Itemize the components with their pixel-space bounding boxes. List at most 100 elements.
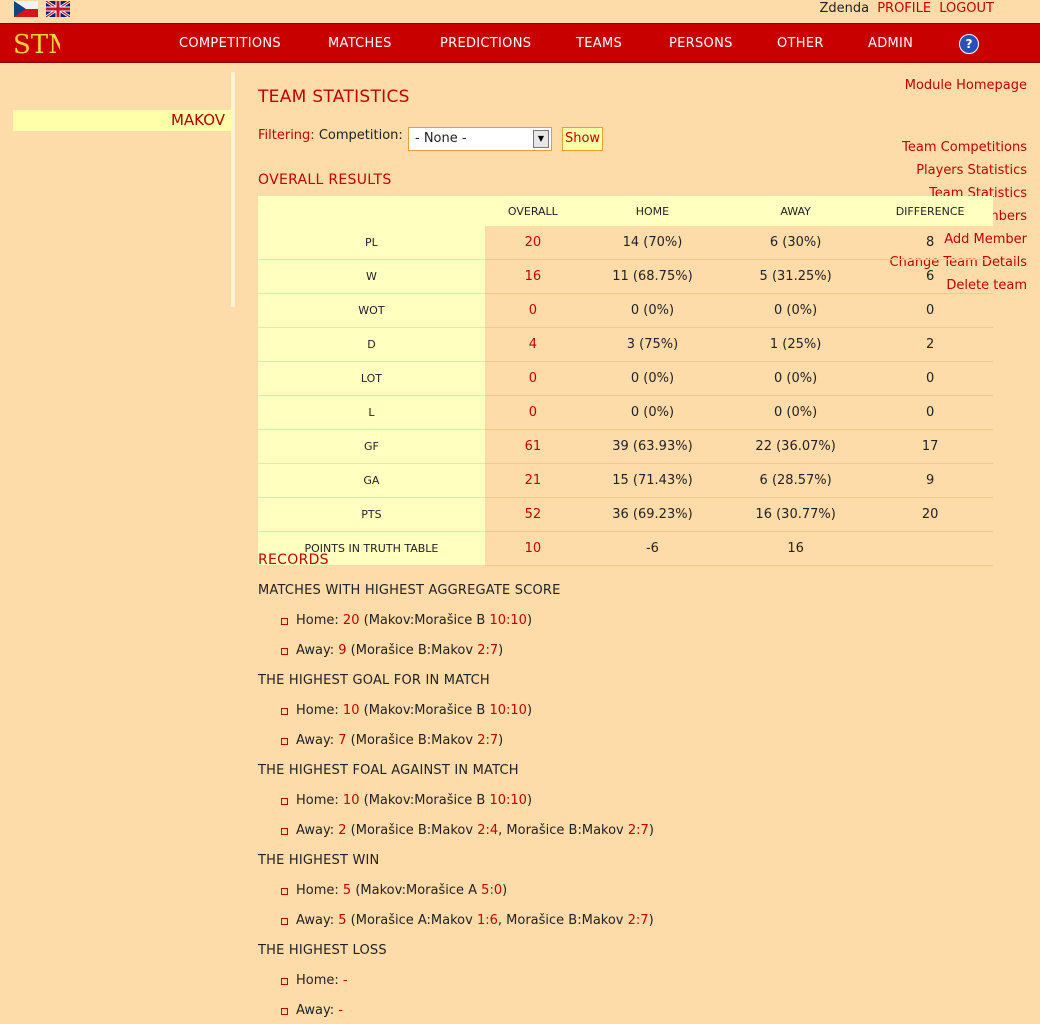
nav-other[interactable]: OTHER <box>777 36 824 51</box>
table-row: L00 (0%) 0 (0%) 0 <box>258 395 993 430</box>
home-cell: 39 (63.93%) <box>580 429 725 464</box>
stm-logo[interactable]: STM <box>12 27 75 60</box>
record-value: 9 <box>338 643 347 658</box>
czech-flag-icon[interactable] <box>14 1 38 17</box>
away-cell: 0 (0%) <box>724 361 868 396</box>
record-item-home: Home: 10 (Makov:Morašice B 10:10) <box>281 793 532 808</box>
home-cell: 14 (70%) <box>580 226 725 260</box>
chevron-down-icon[interactable]: ▼ <box>533 130 549 148</box>
bullet-icon <box>281 708 288 715</box>
overall-cell[interactable]: 4 <box>484 327 581 362</box>
record-match-score-link[interactable]: 10:10 <box>489 793 526 808</box>
bullet-icon <box>281 918 288 925</box>
record-match-score-link[interactable]: 5:0 <box>481 883 502 898</box>
logout-link[interactable]: LOGOUT <box>939 1 994 16</box>
table-row: GA 21 15 (71.43%) 6 (28.57%) 9 <box>258 463 993 498</box>
difference-cell: 8 <box>867 226 993 260</box>
record-match-score-link[interactable]: 2:7 <box>477 643 498 658</box>
overall-cell[interactable]: 0 <box>484 361 581 396</box>
overall-cell[interactable]: 20 <box>484 226 581 260</box>
record-item-home: Home: 5 (Makov:Morašice A 5:0) <box>281 883 507 898</box>
bullet-icon <box>281 648 288 655</box>
record-match-score-link[interactable]: 2:7 <box>628 823 649 838</box>
overall-cell[interactable]: 16 <box>484 259 581 294</box>
away-cell: 22 (36.07%) <box>724 429 868 464</box>
table-row: LOT 0 0 (0%) 0 (0%) 0 <box>258 361 993 396</box>
row-label: GA <box>258 463 485 498</box>
overall-cell[interactable]: 52 <box>484 497 581 532</box>
records-title: RECORDS <box>258 552 329 568</box>
home-cell: 36 (69.23%) <box>580 497 725 532</box>
profile-link[interactable]: PROFILE <box>877 1 931 16</box>
overall-cell[interactable]: 0 <box>484 293 581 328</box>
record-heading: THE HIGHEST FOAL AGAINST IN MATCH <box>258 763 519 778</box>
row-label: LOT <box>258 361 485 396</box>
overall-results-title: OVERALL RESULTS <box>258 172 392 188</box>
bullet-icon <box>281 618 288 625</box>
record-label: Away: <box>296 643 335 658</box>
away-cell: 0 (0%) <box>724 395 868 430</box>
record-match-score-link[interactable]: 10:10 <box>489 613 526 628</box>
away-cell: 0 (0%) <box>724 293 868 328</box>
table-row: PTS 52 36 (69.23%) 16 (30.77%) 20 <box>258 497 993 532</box>
uk-flag-icon[interactable] <box>46 1 70 17</box>
record-match-teams: Morašice B:Makov <box>355 733 474 748</box>
record-match-teams: Morašice B:Makov <box>355 643 474 658</box>
record-heading: THE HIGHEST LOSS <box>258 943 387 958</box>
sidebar-item-team-competitions[interactable]: Team Competitions <box>902 140 1027 155</box>
nav-teams[interactable]: TEAMS <box>576 36 622 51</box>
col-header-overall: OVERALL <box>484 196 581 226</box>
top-bar: Zdenda PROFILE LOGOUT <box>0 0 1040 22</box>
record-item-home: Home: 20 (Makov:Morašice B 10:10) <box>281 613 532 628</box>
bullet-icon <box>281 1008 288 1015</box>
record-match-score-link[interactable]: 2:7 <box>628 913 649 928</box>
record-match-score-link[interactable]: 10:10 <box>489 703 526 718</box>
nav-persons[interactable]: PERSONS <box>669 36 733 51</box>
record-item-away: Away: - <box>281 1003 343 1018</box>
competition-label: Competition: <box>318 128 403 143</box>
nav-matches[interactable]: MATCHES <box>328 36 392 51</box>
help-icon[interactable]: ? <box>959 34 979 54</box>
row-label: GF <box>258 429 485 464</box>
difference-cell: 0 <box>867 361 993 396</box>
overall-cell[interactable]: 10 <box>484 531 581 566</box>
record-match-teams: Makov:Morašice B <box>368 793 486 808</box>
competition-select[interactable]: - None - ▼ <box>408 127 552 151</box>
row-label: L <box>258 395 485 430</box>
away-cell: 16 (30.77%) <box>724 497 868 532</box>
nav-competitions[interactable]: COMPETITIONS <box>179 36 281 51</box>
home-cell: 11 (68.75%) <box>580 259 725 294</box>
record-item-away: Away: 5 (Morašice A:Makov 1:6, Morašice … <box>281 913 654 928</box>
record-match-score-link[interactable]: 2:4 <box>477 823 498 838</box>
overall-cell[interactable]: 61 <box>484 429 581 464</box>
record-match-score-link[interactable]: 1:6 <box>477 913 498 928</box>
record-label: Home: <box>296 613 339 628</box>
table-row: POINTS IN TRUTH TABLE 10 -6 16 <box>258 531 993 566</box>
nav-admin[interactable]: ADMIN <box>868 36 913 51</box>
nav-predictions[interactable]: PREDICTIONS <box>440 36 531 51</box>
col-header-empty <box>258 196 485 226</box>
user-name: Zdenda <box>819 1 870 16</box>
record-value: 20 <box>342 613 360 628</box>
overall-results-table: OVERALL HOME AWAY DIFFERENCE PL 20 14 (70%… <box>258 196 993 566</box>
record-match-teams: Morašice B:Makov <box>506 823 624 838</box>
difference-cell: 9 <box>867 463 993 498</box>
filter-row: Filtering: Competition: <box>258 128 403 154</box>
record-item-home: Home: - <box>281 973 348 988</box>
record-label: Home: <box>296 973 339 988</box>
table-row: D43 (75%) 1 (25%) 2 <box>258 327 993 362</box>
home-cell: 15 (71.43%) <box>580 463 725 498</box>
record-match-score-link[interactable]: 2:7 <box>477 733 498 748</box>
sidebar-item-players-statistics[interactable]: Players Statistics <box>916 163 1027 178</box>
record-label: Away: <box>296 733 335 748</box>
record-label: Away: <box>296 913 335 928</box>
home-cell: -6 <box>580 531 725 566</box>
away-cell: 1 (25%) <box>724 327 868 362</box>
difference-cell: 0 <box>867 293 993 328</box>
record-value: 5 <box>342 883 352 898</box>
show-button[interactable]: Show <box>562 127 603 151</box>
overall-cell[interactable]: 0 <box>484 395 581 430</box>
bullet-icon <box>281 888 288 895</box>
overall-cell[interactable]: 21 <box>484 463 581 498</box>
sidebar-module-homepage[interactable]: Module Homepage <box>905 78 1027 93</box>
